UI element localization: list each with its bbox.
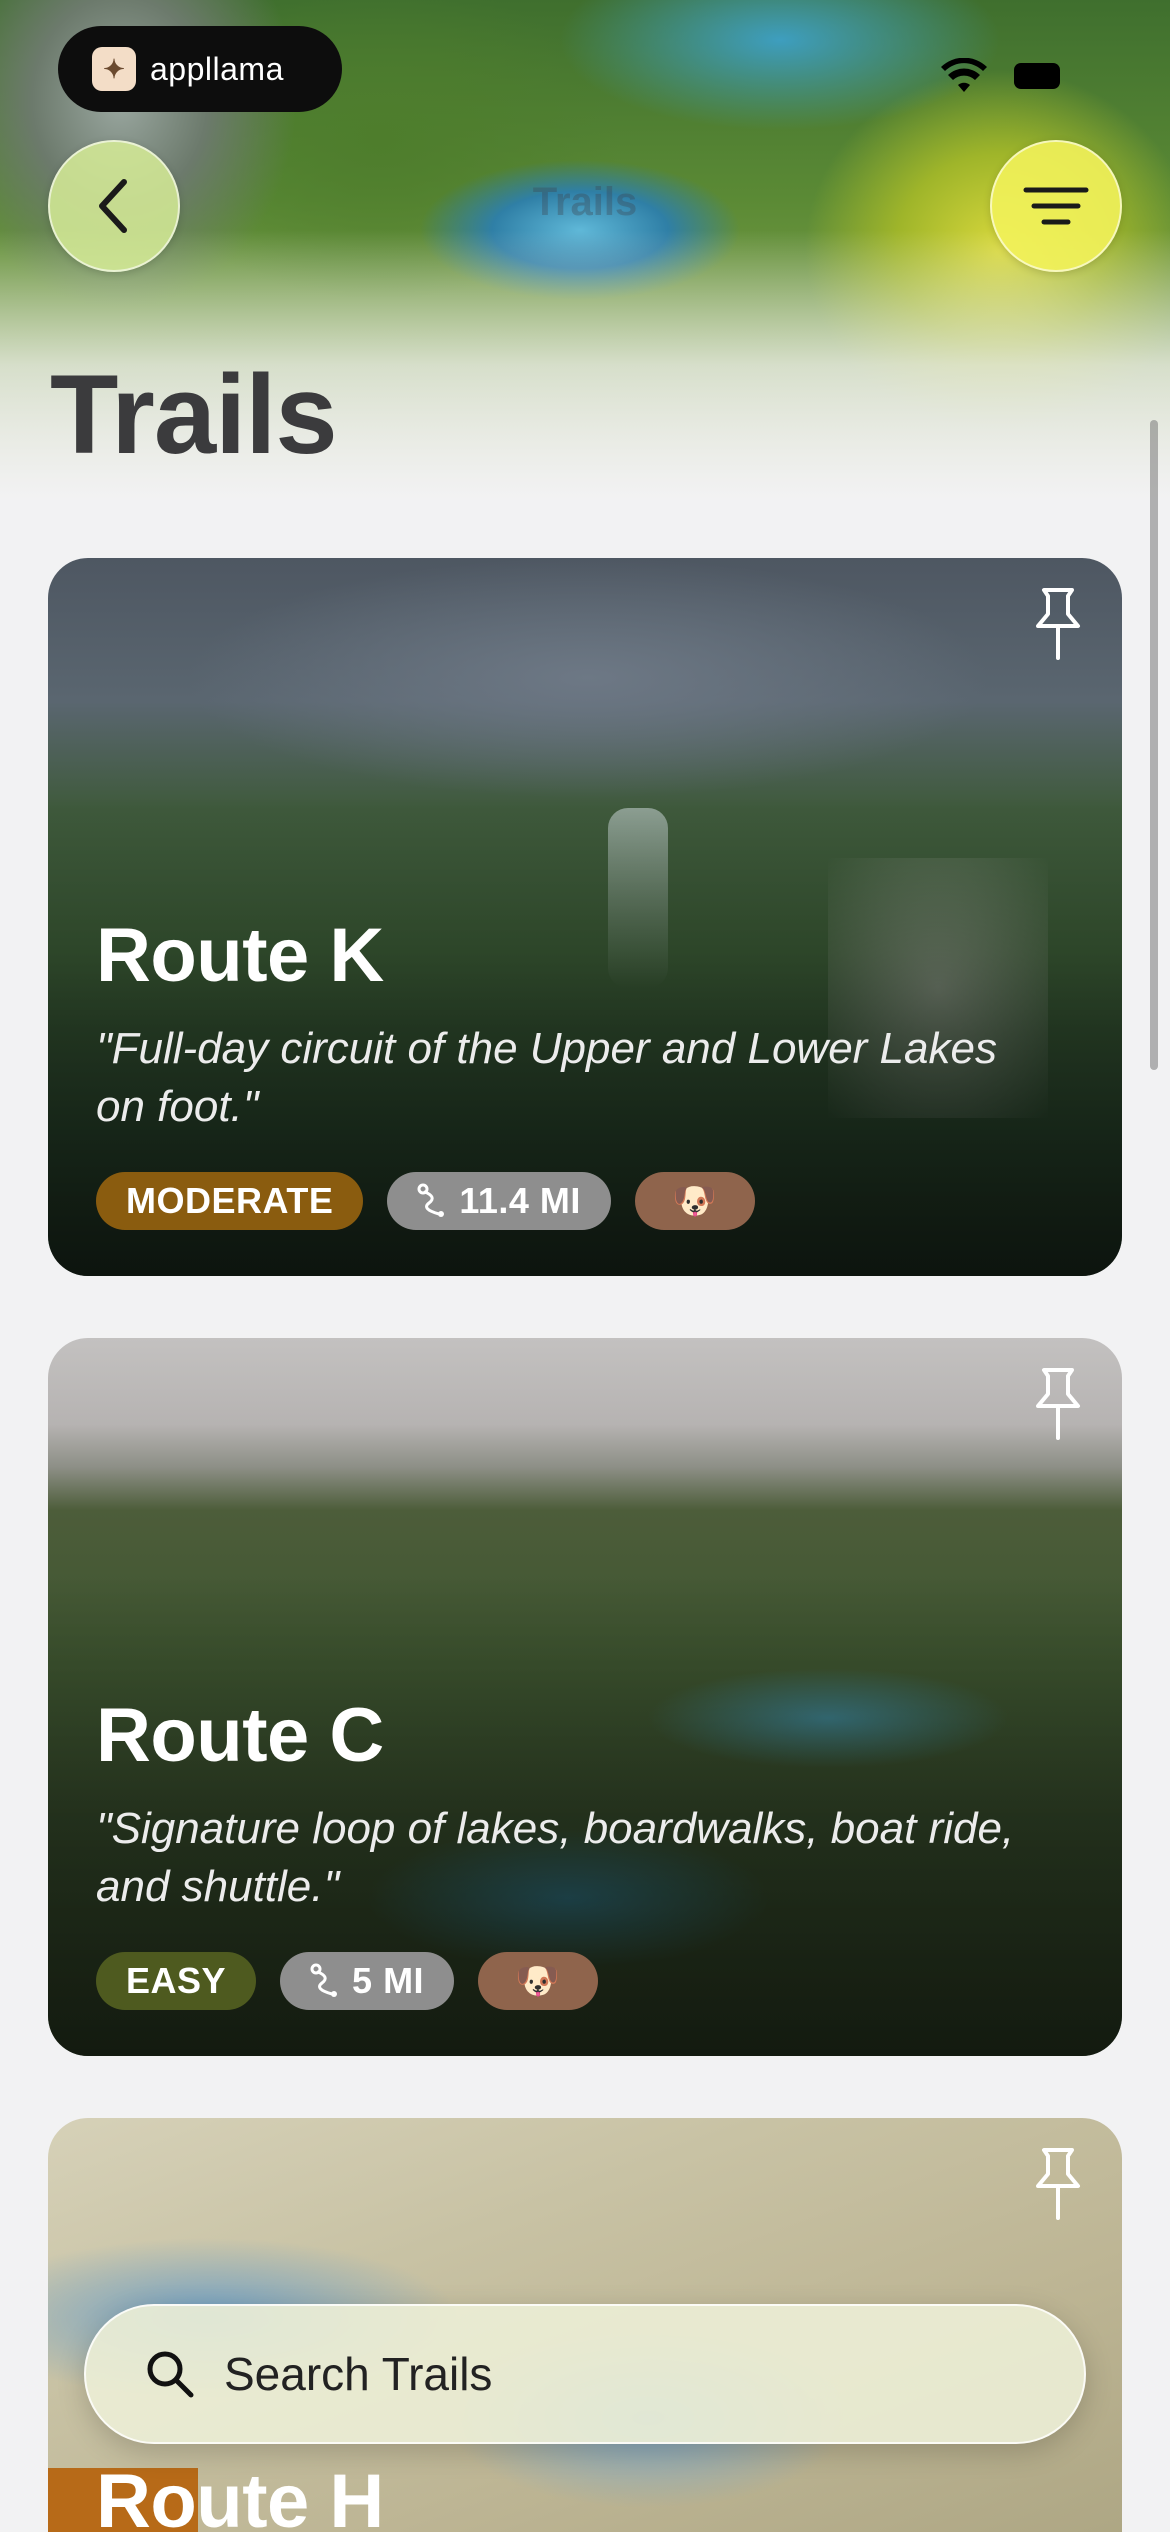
trail-card-route-c[interactable]: Route C "Signature loop of lakes, boardw… — [48, 1338, 1122, 2056]
llama-logo-icon: ✦ — [92, 47, 136, 91]
difficulty-badge: EASY — [96, 1952, 257, 2010]
battery-icon — [1014, 63, 1060, 89]
menu-icon — [1023, 187, 1089, 225]
pin-icon[interactable] — [1026, 584, 1090, 664]
trail-name: Route H — [96, 2459, 384, 2532]
pin-icon[interactable] — [1026, 2144, 1090, 2224]
pin-icon[interactable] — [1026, 1364, 1090, 1444]
search-icon — [147, 2351, 194, 2398]
distance-badge: 5 MI — [280, 1952, 455, 2010]
distance-badge: 11.4 MI — [387, 1172, 611, 1230]
search-input[interactable]: Search Trails — [224, 2347, 492, 2401]
trail-tags: MODERATE 11.4 MI 🐶 — [96, 1172, 755, 1230]
trail-description: "Signature loop of lakes, boardwalks, bo… — [96, 1804, 1015, 1911]
brand-name: appllama — [150, 50, 284, 87]
dog-friendly-badge: 🐶 — [478, 1952, 599, 2010]
brand-pill: ✦ appllama — [58, 26, 342, 112]
dog-friendly-badge: 🐶 — [634, 1172, 755, 1230]
trail-description: "Full-day circuit of the Upper and Lower… — [96, 1024, 997, 1131]
trails-screen: ✦ appllama Trails Trails Route K "Full-d… — [0, 0, 1170, 2532]
wifi-icon — [941, 58, 987, 92]
status-icons — [940, 58, 1060, 94]
chevron-left-icon — [99, 179, 127, 233]
difficulty-label: EASY — [126, 1960, 227, 2001]
dog-icon: 🐶 — [672, 1180, 718, 1221]
difficulty-badge: MODERATE — [96, 1172, 364, 1230]
search-bar[interactable]: Search Trails — [84, 2304, 1086, 2444]
trail-name: Route C — [96, 1693, 384, 1778]
difficulty-label: MODERATE — [126, 1180, 334, 1221]
back-button[interactable] — [48, 140, 180, 272]
page-title: Trails — [50, 352, 338, 477]
menu-button[interactable] — [990, 140, 1122, 272]
trail-card-route-k[interactable]: Route K "Full-day circuit of the Upper a… — [48, 558, 1122, 1276]
route-icon — [310, 1963, 338, 1997]
dog-icon: 🐶 — [515, 1960, 561, 2001]
trail-tags: EASY 5 MI 🐶 — [96, 1952, 599, 2010]
distance-label: 5 MI — [352, 1960, 425, 2001]
trail-name: Route K — [96, 913, 384, 998]
distance-label: 11.4 MI — [459, 1180, 581, 1221]
scrollbar[interactable] — [1150, 420, 1158, 1070]
route-icon — [417, 1183, 445, 1217]
